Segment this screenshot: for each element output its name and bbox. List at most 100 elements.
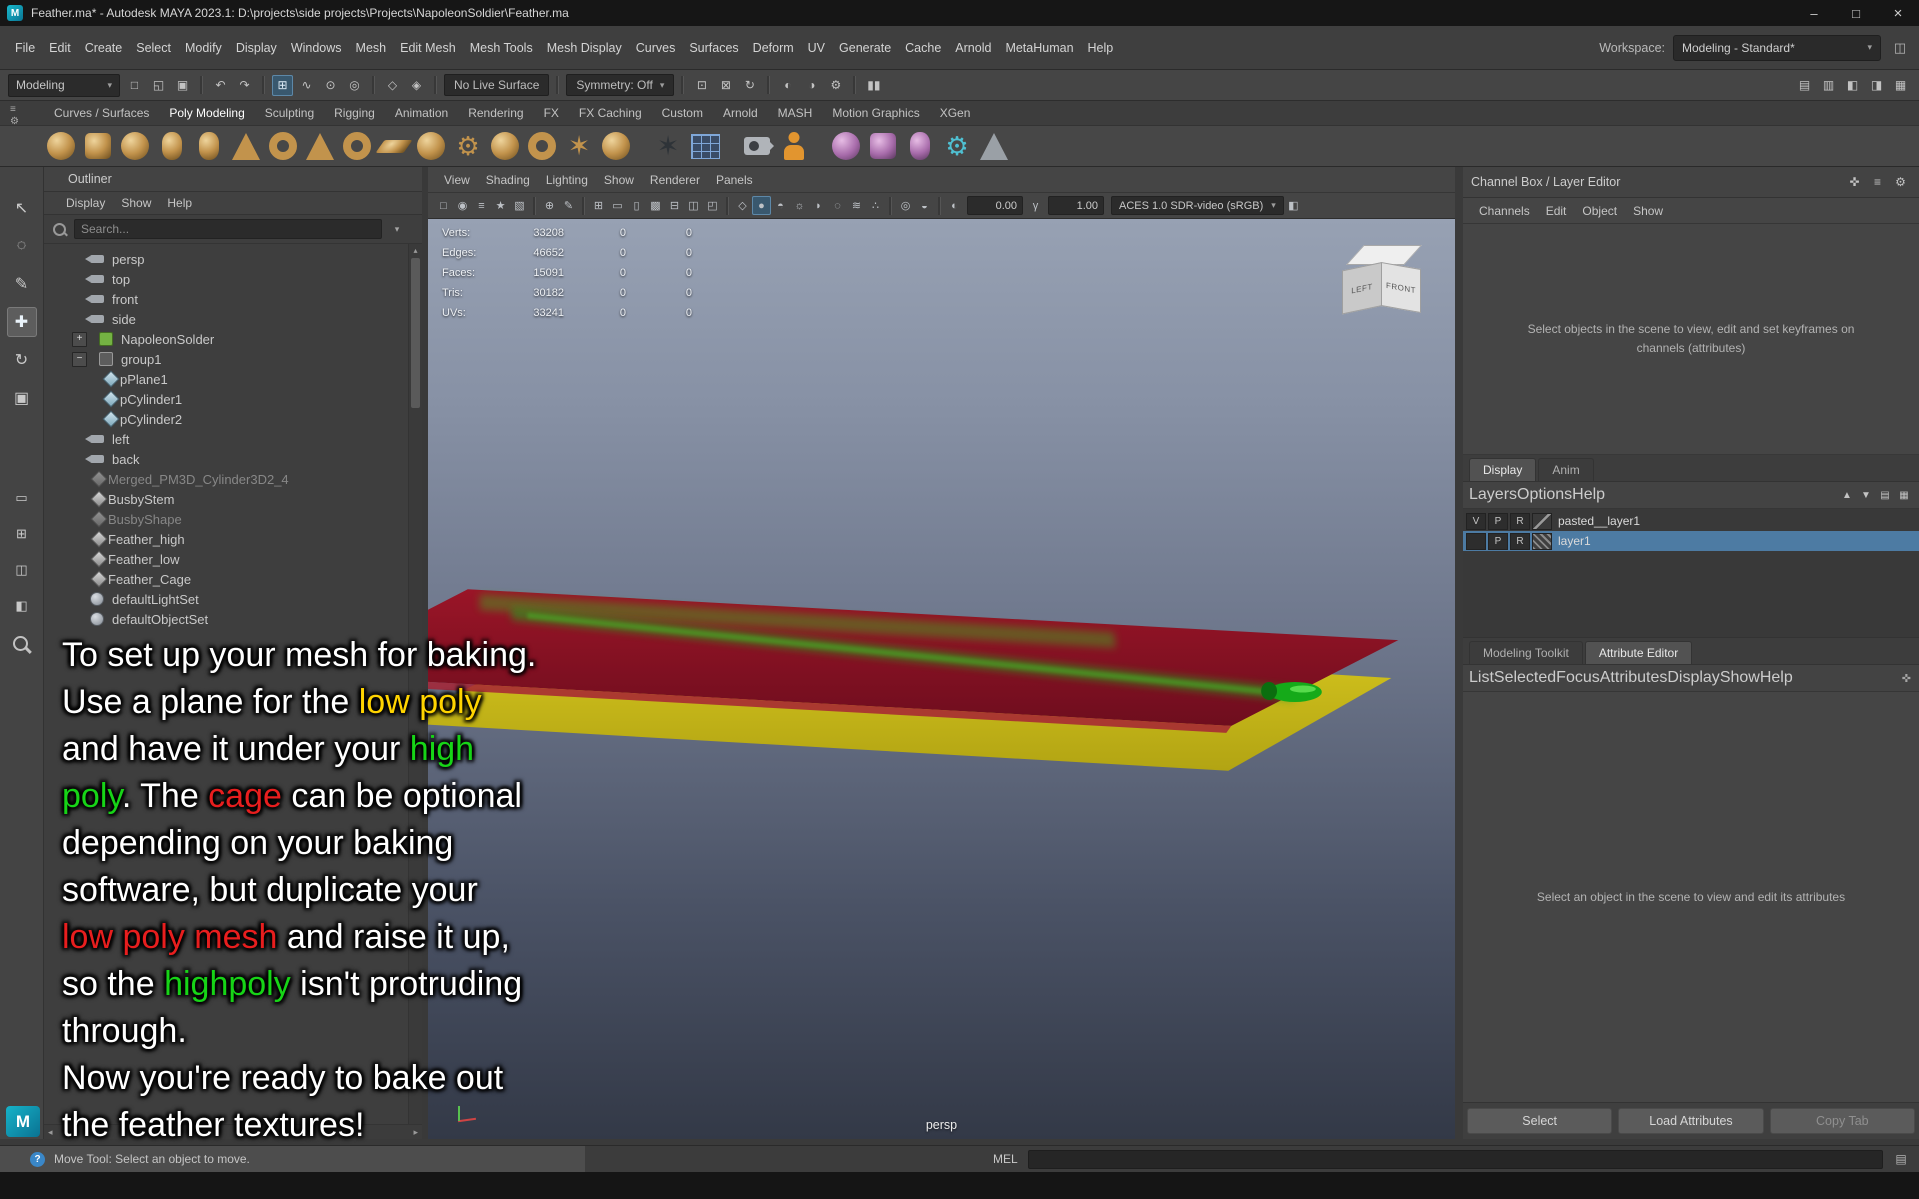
- layer-playback-toggle[interactable]: P: [1488, 532, 1508, 550]
- attribute-editor-toggle-icon[interactable]: ◨: [1866, 75, 1887, 96]
- save-scene-icon[interactable]: ▣: [172, 75, 193, 96]
- shaded-display-icon[interactable]: ●: [752, 196, 771, 215]
- poly-soccer-ball-icon[interactable]: [488, 129, 522, 163]
- shelf-tab-curves-surfaces[interactable]: Curves / Surfaces: [44, 102, 159, 125]
- filter-icon[interactable]: ▾: [388, 220, 406, 238]
- pin-panel-icon[interactable]: ✜: [1844, 172, 1865, 193]
- outliner-item-merged-pm3d-cylinder3d2-4[interactable]: Merged_PM3D_Cylinder3D2_4: [44, 469, 422, 489]
- poly-capsule-icon[interactable]: [192, 129, 226, 163]
- view-cube[interactable]: LEFT FRONT: [1341, 243, 1427, 321]
- output-connections-icon[interactable]: ⊠: [715, 75, 736, 96]
- load-attributes-button[interactable]: Load Attributes: [1618, 1108, 1764, 1134]
- workspace-dropdown[interactable]: Modeling - Standard* ▾: [1673, 34, 1881, 61]
- shelf-menu-icon[interactable]: ≡: [10, 105, 19, 115]
- outliner-item-persp[interactable]: persp: [44, 249, 422, 269]
- layout-single-pane[interactable]: ▭: [7, 483, 37, 513]
- outliner-item-pplane1[interactable]: pPlane1: [44, 369, 422, 389]
- layout-custom[interactable]: ◧: [7, 591, 37, 621]
- layer-editor-menu-help[interactable]: Help: [1572, 486, 1605, 504]
- outliner-scrollbar[interactable]: ▴: [408, 244, 422, 1124]
- poly-torus-icon[interactable]: [266, 129, 300, 163]
- grease-pencil-icon[interactable]: ✎: [559, 196, 578, 215]
- layout-four-pane[interactable]: ⊞: [7, 519, 37, 549]
- outliner-item-defaultobjectset[interactable]: defaultObjectSet: [44, 609, 422, 629]
- shelf-gear-icon[interactable]: ⚙: [10, 117, 19, 127]
- shelf-tab-rigging[interactable]: Rigging: [324, 102, 385, 125]
- shelf-tab-motion-graphics[interactable]: Motion Graphics: [822, 102, 929, 125]
- outliner-item-busbystem[interactable]: BusbyStem: [44, 489, 422, 509]
- maximize-button[interactable]: □: [1835, 0, 1877, 26]
- live-surface-field[interactable]: No Live Surface: [444, 74, 550, 96]
- layer-visibility-toggle[interactable]: V: [1466, 512, 1486, 530]
- attribute-editor-menu-list[interactable]: List: [1469, 669, 1494, 687]
- field-chart-icon[interactable]: ⊟: [665, 196, 684, 215]
- outliner-item-back[interactable]: back: [44, 449, 422, 469]
- viewport-menu-show[interactable]: Show: [596, 171, 642, 189]
- menu-mesh-tools[interactable]: Mesh Tools: [463, 37, 540, 59]
- select-button[interactable]: Select: [1467, 1108, 1613, 1134]
- gate-mask-icon[interactable]: ▩: [646, 196, 665, 215]
- menu-windows[interactable]: Windows: [284, 37, 349, 59]
- search-input[interactable]: [74, 219, 382, 239]
- isolate-select-icon[interactable]: ◎: [896, 196, 915, 215]
- panel-options-icon[interactable]: ⚙: [1890, 172, 1911, 193]
- menu-mesh[interactable]: Mesh: [349, 37, 394, 59]
- tab-modeling-toolkit[interactable]: Modeling Toolkit: [1469, 641, 1583, 664]
- tab-anim[interactable]: Anim: [1538, 458, 1594, 481]
- layer-playback-toggle[interactable]: P: [1488, 512, 1508, 530]
- safe-title-icon[interactable]: ◰: [703, 196, 722, 215]
- rotate-tool[interactable]: ↻: [7, 345, 37, 375]
- scrollbar-thumb[interactable]: [411, 258, 420, 408]
- snap-to-view-plane-icon[interactable]: ◇: [382, 75, 403, 96]
- modeling-toolkit-toggle-icon[interactable]: ▤: [1794, 75, 1815, 96]
- panel-menu-icon[interactable]: ≡: [1867, 172, 1888, 193]
- pin-icon[interactable]: ✜: [1902, 672, 1911, 685]
- pause-viewport-updates-icon[interactable]: ▮▮: [863, 75, 884, 96]
- menu-generate[interactable]: Generate: [832, 37, 898, 59]
- menu-help[interactable]: Help: [1081, 37, 1121, 59]
- outliner-item-feather-high[interactable]: Feather_high: [44, 529, 422, 549]
- move-tool[interactable]: ✚: [6, 307, 37, 337]
- shelf-tab-xgen[interactable]: XGen: [930, 102, 981, 125]
- resolution-gate-icon[interactable]: ▯: [627, 196, 646, 215]
- outliner-menu-help[interactable]: Help: [159, 194, 200, 212]
- outliner-menu-display[interactable]: Display: [58, 194, 113, 212]
- outliner-item-feather-low[interactable]: Feather_low: [44, 549, 422, 569]
- viewport-menu-panels[interactable]: Panels: [708, 171, 761, 189]
- exposure-icon[interactable]: ◐: [945, 196, 964, 215]
- minimize-button[interactable]: –: [1793, 0, 1835, 26]
- shelf-tab-animation[interactable]: Animation: [385, 102, 458, 125]
- shelf-tab-fx[interactable]: FX: [534, 102, 569, 125]
- attribute-editor-menu-attributes[interactable]: Attributes: [1600, 669, 1668, 687]
- lock-camera-icon[interactable]: ◉: [453, 196, 472, 215]
- layout-persp-outliner[interactable]: ◫: [7, 555, 37, 585]
- shelf-menu-icons[interactable]: ≡ ⚙: [10, 105, 19, 127]
- outliner-item-feather-cage[interactable]: Feather_Cage: [44, 569, 422, 589]
- outliner-item-defaultlightset[interactable]: defaultLightSet: [44, 589, 422, 609]
- layer-color-swatch[interactable]: [1532, 532, 1552, 550]
- menu-select[interactable]: Select: [129, 37, 178, 59]
- grid-toggle-icon[interactable]: ⊞: [589, 196, 608, 215]
- outliner-item-top[interactable]: top: [44, 269, 422, 289]
- gamma-value[interactable]: 1.00: [1048, 196, 1104, 215]
- channel-box-toggle-icon[interactable]: ▦: [1890, 75, 1911, 96]
- wireframe-display-icon[interactable]: ◇: [733, 196, 752, 215]
- tab-display[interactable]: Display: [1469, 458, 1537, 481]
- menu-create[interactable]: Create: [78, 37, 130, 59]
- sculpt-star-icon[interactable]: ✶: [651, 129, 685, 163]
- film-gate-icon[interactable]: ▭: [608, 196, 627, 215]
- channel-box-menu-channels[interactable]: Channels: [1471, 202, 1538, 220]
- script-editor-icon[interactable]: ▤: [1891, 1149, 1911, 1169]
- poly-gear-icon[interactable]: ⚙: [451, 129, 485, 163]
- poly-ball-icon[interactable]: [118, 129, 152, 163]
- channel-box-menu-object[interactable]: Object: [1574, 202, 1625, 220]
- input-connections-icon[interactable]: ⊡: [691, 75, 712, 96]
- snapshot-cube-icon[interactable]: ◧: [1284, 196, 1303, 215]
- render-frame-icon[interactable]: ◐: [777, 75, 798, 96]
- make-object-live-icon[interactable]: ◈: [406, 75, 427, 96]
- viewport-menu-shading[interactable]: Shading: [478, 171, 538, 189]
- outliner-menu-show[interactable]: Show: [113, 194, 159, 212]
- poly-pyramid-icon[interactable]: [303, 129, 337, 163]
- camera-attributes-icon[interactable]: ≡: [472, 196, 491, 215]
- gamma-icon[interactable]: γ: [1026, 196, 1045, 215]
